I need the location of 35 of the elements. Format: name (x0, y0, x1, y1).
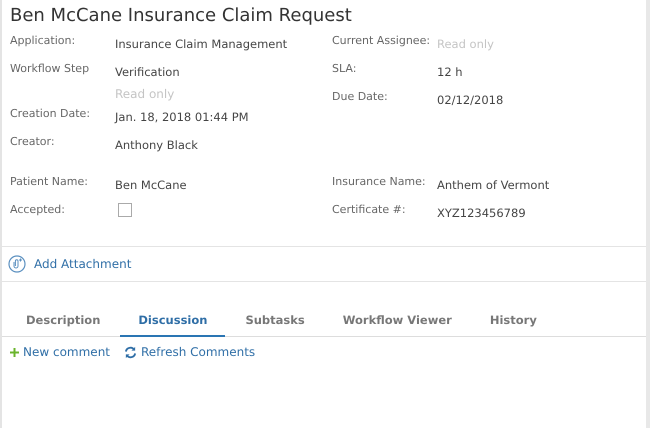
text-input[interactable]: Read only (437, 36, 517, 52)
tab[interactable]: Workflow Viewer (324, 306, 470, 337)
field-label: Creation Date: (10, 106, 92, 122)
tab[interactable]: History (472, 306, 555, 337)
field-label: Application: (10, 33, 76, 49)
comment-action-link[interactable]: New comment (10, 345, 110, 359)
read-only-note: Read only (115, 86, 176, 102)
field-label: Current Assignee: (332, 33, 432, 49)
add-attachment-link[interactable]: Add Attachment (34, 257, 132, 271)
field-value: Ben McCane (115, 178, 187, 192)
field-value: 12 h (437, 65, 463, 79)
field-label: Workflow Step (10, 61, 90, 77)
field-value: XYZ123456789 (437, 206, 526, 220)
field-value: Insurance Claim Management (115, 37, 288, 51)
field-label: Creator: (10, 134, 56, 150)
field-value: Anthony Black (115, 138, 198, 152)
field-label: SLA: (332, 61, 358, 77)
tab[interactable]: Subtasks (227, 306, 323, 337)
plus-icon (10, 348, 19, 356)
field-value: Verification (115, 65, 180, 79)
tab[interactable]: Description (8, 306, 118, 337)
field-label: Due Date: (332, 89, 389, 105)
tab[interactable]: Discussion (120, 306, 226, 337)
field-label: Patient Name: (10, 174, 89, 190)
refresh-icon (124, 346, 137, 358)
field-label: Accepted: (10, 202, 66, 218)
field-label: Insurance Name: (332, 174, 427, 190)
attachment-icon[interactable] (8, 255, 26, 273)
field-value: Jan. 18, 2018 01:44 PM (115, 110, 249, 124)
field-label: Certificate #: (332, 202, 407, 218)
field-value: Anthem of Vermont (437, 178, 550, 192)
comment-action-link[interactable]: Refresh Comments (124, 345, 256, 359)
checkbox[interactable] (118, 203, 132, 217)
field-value: 02/12/2018 (437, 93, 504, 107)
page-title: Ben McCane Insurance Claim Request (9, 4, 353, 28)
